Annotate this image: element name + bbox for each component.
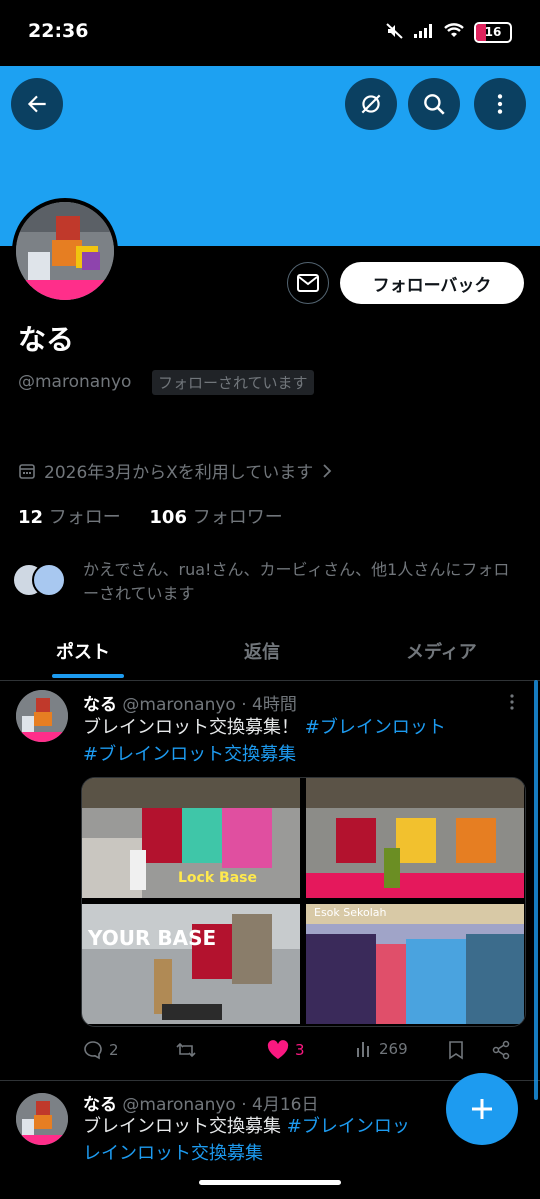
joined-date[interactable]: 2026年3月からXを利用しています <box>18 458 333 483</box>
profile-handle: @maronanyo <box>18 372 132 392</box>
media-image[interactable] <box>306 778 524 898</box>
tab-replies[interactable]: 返信 <box>244 638 280 664</box>
following-link[interactable]: 12 フォロー <box>18 507 121 528</box>
profile-name: なる <box>18 323 75 356</box>
share-icon <box>492 1040 510 1060</box>
home-indicator[interactable] <box>199 1180 341 1185</box>
post-actions: 2 3 269 <box>83 1040 523 1068</box>
bookmark-button[interactable] <box>447 1040 465 1060</box>
reply-icon <box>84 1041 102 1060</box>
plus-icon <box>472 1099 492 1119</box>
joined-text: 2026年3月からXを利用しています <box>44 463 314 483</box>
reply-button[interactable]: 2 <box>83 1040 119 1060</box>
follow-back-button[interactable]: フォローバック <box>340 262 524 304</box>
like-count: 3 <box>295 1041 305 1059</box>
status-bar: 22:36 16 <box>0 0 540 66</box>
tab-media[interactable]: メディア <box>406 638 477 664</box>
status-icons: 16 <box>386 22 512 43</box>
post-avatar[interactable] <box>16 690 68 742</box>
chevron-right-icon <box>323 463 332 478</box>
media-image[interactable]: Esok Sekolah <box>306 904 524 1024</box>
calendar-icon <box>19 463 35 479</box>
post-more-button[interactable] <box>503 692 521 716</box>
mutual-followers-text[interactable]: かえでさん、rua!さん、カービィさん、他1人さんにフォローされています <box>83 558 523 606</box>
status-time: 22:36 <box>28 20 89 42</box>
mute-profile-button[interactable] <box>345 78 397 130</box>
scrollbar[interactable] <box>534 680 538 1100</box>
more-button[interactable] <box>474 78 526 130</box>
following-count: 12 <box>18 507 44 528</box>
post-header: なる @maronanyo · 4月16日 <box>83 1090 319 1115</box>
follows-you-badge: フォローされています <box>152 370 314 395</box>
media-label: Lock Base <box>178 870 257 886</box>
signal-icon <box>414 23 434 42</box>
more-vertical-icon <box>497 94 503 114</box>
repost-icon <box>176 1042 196 1058</box>
post-author[interactable]: なる <box>83 695 117 715</box>
back-arrow-icon <box>27 95 46 113</box>
avatar <box>32 563 66 597</box>
post-time: · 4月16日 <box>241 1095 319 1115</box>
tab-posts[interactable]: ポスト <box>56 638 110 664</box>
post-author[interactable]: なる <box>83 1095 117 1115</box>
post-body[interactable]: ブレインロット交換募集！ #ブレインロット #ブレインロット交換募集 <box>83 714 523 768</box>
post-text: ブレインロット交換募集 <box>83 1116 281 1137</box>
hashtag-link[interactable]: #ブレインロット <box>305 717 446 738</box>
message-button[interactable] <box>287 262 329 304</box>
compose-button[interactable] <box>446 1073 518 1145</box>
share-button[interactable] <box>491 1040 511 1060</box>
hashtag-link[interactable]: #ブレインロット交換募集 <box>83 744 296 765</box>
mail-icon <box>297 274 319 292</box>
hashtag-link[interactable]: レインロット交換募集 <box>83 1143 263 1164</box>
post-header: なる @maronanyo · 4時間 <box>83 690 297 715</box>
more-vertical-icon <box>510 694 514 710</box>
post-handle: @maronanyo <box>122 695 236 715</box>
reply-count: 2 <box>109 1041 119 1059</box>
post-handle: @maronanyo <box>122 1095 236 1115</box>
hashtag-link[interactable]: #ブレインロッ <box>287 1116 410 1137</box>
heart-icon <box>267 1040 289 1059</box>
followers-link[interactable]: 106 フォロワー <box>149 507 282 528</box>
post-avatar[interactable] <box>16 1093 68 1145</box>
followers-label: フォロワー <box>192 507 283 528</box>
media-label: Esok Sekolah <box>314 906 387 919</box>
back-button[interactable] <box>11 78 63 130</box>
views-icon <box>357 1042 369 1057</box>
tab-indicator <box>52 674 124 678</box>
wifi-icon <box>444 23 464 42</box>
media-image[interactable]: YOUR BASE <box>82 904 300 1024</box>
post-text: ブレインロット交換募集！ <box>83 717 299 738</box>
followers-count: 106 <box>149 507 187 528</box>
like-button[interactable]: 3 <box>267 1040 305 1060</box>
views-button[interactable]: 269 <box>355 1040 408 1058</box>
views-count: 269 <box>379 1040 408 1058</box>
follow-counts: 12 フォロー 106 フォロワー <box>18 503 283 529</box>
search-button[interactable] <box>408 78 460 130</box>
post-time: · 4時間 <box>241 695 297 715</box>
mute-icon <box>386 22 404 43</box>
search-icon <box>424 94 445 115</box>
media-image[interactable]: Lock Base <box>82 778 300 898</box>
bookmark-icon <box>449 1041 463 1060</box>
post-media-grid[interactable]: Lock Base YOUR BASE Esok Sekolah <box>81 777 526 1027</box>
repost-button[interactable] <box>175 1040 197 1060</box>
media-label: YOUR BASE <box>88 926 217 950</box>
eye-slash-icon <box>361 94 381 114</box>
following-label: フォロー <box>48 507 121 528</box>
profile-avatar[interactable] <box>12 198 118 304</box>
mutual-avatars[interactable] <box>12 563 66 597</box>
battery-indicator: 16 <box>474 22 512 43</box>
